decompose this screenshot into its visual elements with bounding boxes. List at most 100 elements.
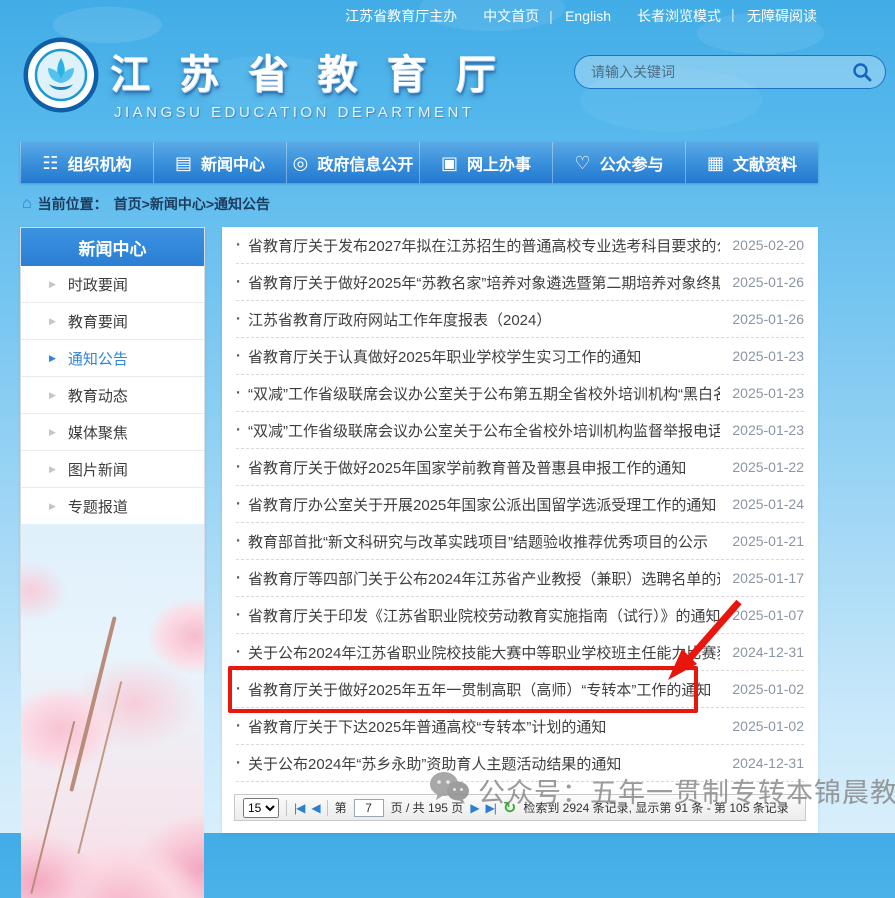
sidebar-item[interactable]: 时政要闻 bbox=[21, 266, 204, 303]
notice-row: “双减”工作省级联席会议办公室关于公布全省校外培训机构监督举报电话的公... 2… bbox=[236, 412, 804, 449]
notice-row: 省教育厅关于认真做好2025年职业学校学生实习工作的通知 2025-01-23 bbox=[236, 338, 804, 375]
nav-item-label: 政府信息公开 bbox=[317, 151, 413, 175]
notice-date: 2025-01-22 bbox=[720, 459, 804, 475]
nav-item-label: 新闻中心 bbox=[201, 151, 265, 175]
breadcrumb-path[interactable]: 首页>新闻中心>通知公告 bbox=[114, 194, 270, 214]
notice-title-link[interactable]: 关于公布2024年江苏省职业院校技能大赛中等职业学校班主任能力比赛获奖... bbox=[236, 642, 720, 663]
nav-item[interactable]: ♡ 公众参与 bbox=[552, 142, 685, 183]
nav-item[interactable]: ▣ 网上办事 bbox=[419, 142, 552, 183]
notice-row: 省教育厅等四部门关于公布2024年江苏省产业教授（兼职）选聘名单的通知 2025… bbox=[236, 560, 804, 597]
notice-list-panel: 省教育厅关于发布2027年拟在江苏招生的普通高校专业选考科目要求的公告 2025… bbox=[222, 227, 818, 833]
notice-row: 省教育厅关于发布2027年拟在江苏招生的普通高校专业选考科目要求的公告 2025… bbox=[236, 227, 804, 264]
notice-date: 2025-01-23 bbox=[720, 385, 804, 401]
heart-icon: ♡ bbox=[574, 154, 590, 172]
notice-title-link[interactable]: 省教育厅关于印发《江苏省职业院校劳动教育实施指南（试行）》的通知 bbox=[236, 605, 720, 626]
notice-date: 2025-01-26 bbox=[720, 274, 804, 290]
notice-title-link[interactable]: 江苏省教育厅政府网站工作年度报表（2024） bbox=[236, 309, 720, 330]
notice-row: 关于公布2024年“苏乡永助”资助育人主题活动结果的通知 2024-12-31 bbox=[236, 745, 804, 782]
home-icon: ⌂ bbox=[22, 195, 32, 213]
sidebar-item[interactable]: 教育要闻 bbox=[21, 303, 204, 340]
notice-date: 2025-01-07 bbox=[720, 607, 804, 623]
notice-title-link[interactable]: 省教育厅等四部门关于公布2024年江苏省产业教授（兼职）选聘名单的通知 bbox=[236, 568, 720, 589]
nav-item[interactable]: ▦ 文献资料 bbox=[685, 142, 818, 183]
notice-date: 2025-02-20 bbox=[720, 237, 804, 253]
notice-list: 省教育厅关于发布2027年拟在江苏招生的普通高校专业选考科目要求的公告 2025… bbox=[222, 227, 818, 782]
notice-title-link[interactable]: 省教育厅关于做好2025年五年一贯制高职（高师）“专转本”工作的通知 bbox=[236, 679, 720, 700]
refresh-icon[interactable]: ↻ bbox=[503, 798, 516, 818]
jiangsu-education-logo-icon bbox=[22, 36, 100, 119]
sidebar-menu: 时政要闻 教育要闻 通知公告 教育动态 媒体聚焦 bbox=[21, 266, 204, 525]
notice-title-link[interactable]: 省教育厅关于下达2025年普通高校“专转本”计划的通知 bbox=[236, 716, 720, 737]
notice-row: 省教育厅关于做好2025年五年一贯制高职（高师）“专转本”工作的通知 2025-… bbox=[236, 671, 804, 708]
notice-title-link[interactable]: 教育部首批“新文科研究与改革实践项目”结题验收推荐优秀项目的公示 bbox=[236, 531, 720, 552]
notice-row: “双减”工作省级联席会议办公室关于公布第五期全省校外培训机构“黑白名单... 2… bbox=[236, 375, 804, 412]
site-header: 江 苏 省 教 育 厅 JIANGSU EDUCATION DEPARTMENT bbox=[0, 32, 895, 142]
top-bar-link[interactable]: 江苏省教育厅主办 bbox=[345, 6, 457, 26]
notice-title-link[interactable]: “双减”工作省级联席会议办公室关于公布第五期全省校外培训机构“黑白名单... bbox=[236, 383, 720, 404]
main-nav: ☷ 组织机构 ▤ 新闻中心 ◎ 政府信息公开 ▣ 网上办事 ♡ 公众参与 ▦ 文… bbox=[20, 142, 818, 183]
nav-item[interactable]: ◎ 政府信息公开 bbox=[286, 142, 419, 183]
nav-item[interactable]: ▤ 新闻中心 bbox=[153, 142, 286, 183]
notice-date: 2025-01-02 bbox=[720, 718, 804, 734]
notice-date: 2024-12-31 bbox=[720, 644, 804, 660]
nav-item-label: 网上办事 bbox=[467, 151, 531, 175]
notice-title-link[interactable]: 省教育厅关于发布2027年拟在江苏招生的普通高校专业选考科目要求的公告 bbox=[236, 235, 720, 256]
notice-date: 2025-01-23 bbox=[720, 348, 804, 364]
nav-item-label: 文献资料 bbox=[733, 151, 797, 175]
notice-row: 省教育厅关于做好2025年“苏教名家”培养对象遴选暨第二期培养对象终期... 2… bbox=[236, 264, 804, 301]
notice-row: 省教育厅关于下达2025年普通高校“专转本”计划的通知 2025-01-02 bbox=[236, 708, 804, 745]
page-suffix: 页 / 共 195 页 bbox=[391, 799, 464, 816]
prev-page-button[interactable]: ◀ bbox=[311, 801, 319, 815]
sidebar-flower-image bbox=[21, 524, 204, 898]
sidebar-item-label: 图片新闻 bbox=[68, 459, 128, 480]
notice-title-link[interactable]: 省教育厅关于认真做好2025年职业学校学生实习工作的通知 bbox=[236, 346, 720, 367]
nav-item-label: 组织机构 bbox=[68, 151, 132, 175]
sidebar-item[interactable]: 专题报道 bbox=[21, 488, 204, 525]
sidebar-item-label: 通知公告 bbox=[68, 348, 128, 369]
top-bar-link[interactable]: 无障碍阅读 bbox=[747, 6, 817, 26]
site-logo: 江 苏 省 教 育 厅 JIANGSU EDUCATION DEPARTMENT bbox=[22, 36, 505, 121]
top-utility-bar: 江苏省教育厅主办 中文首页 English 长者浏览模式 无障碍阅读 bbox=[0, 0, 895, 32]
notice-row: 省教育厅关于印发《江苏省职业院校劳动教育实施指南（试行）》的通知 2025-01… bbox=[236, 597, 804, 634]
divider bbox=[327, 800, 328, 816]
notice-date: 2024-12-31 bbox=[720, 755, 804, 771]
notice-title-link[interactable]: 关于公布2024年“苏乡永助”资助育人主题活动结果的通知 bbox=[236, 753, 720, 774]
info-disclosure-icon: ◎ bbox=[293, 154, 309, 172]
org-chart-icon: ☷ bbox=[42, 154, 58, 172]
last-page-button[interactable]: ▶| bbox=[486, 801, 496, 815]
divider bbox=[286, 800, 287, 816]
news-doc-icon: ▤ bbox=[175, 154, 192, 172]
notice-date: 2025-01-02 bbox=[720, 681, 804, 697]
notice-title-link[interactable]: 省教育厅办公室关于开展2025年国家公派出国留学选派受理工作的通知 bbox=[236, 494, 720, 515]
nav-item-label: 公众参与 bbox=[600, 151, 664, 175]
search-input[interactable] bbox=[591, 64, 851, 80]
nav-item[interactable]: ☷ 组织机构 bbox=[20, 142, 153, 183]
sidebar-item[interactable]: 媒体聚焦 bbox=[21, 414, 204, 451]
breadcrumb-label: 当前位置： bbox=[38, 194, 108, 214]
sidebar-item-label: 教育要闻 bbox=[68, 311, 128, 332]
notice-row: 教育部首批“新文科研究与改革实践项目”结题验收推荐优秀项目的公示 2025-01… bbox=[236, 523, 804, 560]
notice-title-link[interactable]: 省教育厅关于做好2025年“苏教名家”培养对象遴选暨第二期培养对象终期... bbox=[236, 272, 720, 293]
page-number-input[interactable] bbox=[354, 799, 384, 817]
notice-title-link[interactable]: “双减”工作省级联席会议办公室关于公布全省校外培训机构监督举报电话的公... bbox=[236, 420, 720, 441]
notice-title-link[interactable]: 省教育厅关于做好2025年国家学前教育普及普惠县申报工作的通知 bbox=[236, 457, 720, 478]
notice-row: 省教育厅办公室关于开展2025年国家公派出国留学选派受理工作的通知 2025-0… bbox=[236, 486, 804, 523]
page-prefix: 第 bbox=[335, 799, 347, 816]
notice-date: 2025-01-21 bbox=[720, 533, 804, 549]
sidebar-item-label: 教育动态 bbox=[68, 385, 128, 406]
notice-date: 2025-01-17 bbox=[720, 570, 804, 586]
page-size-select[interactable]: 15 bbox=[243, 798, 279, 818]
sidebar-item[interactable]: 通知公告 bbox=[21, 340, 204, 377]
notice-row: 关于公布2024年江苏省职业院校技能大赛中等职业学校班主任能力比赛获奖... 2… bbox=[236, 634, 804, 671]
online-service-icon: ▣ bbox=[441, 154, 458, 172]
top-bar-link[interactable]: 中文首页 bbox=[483, 6, 539, 26]
sidebar-item[interactable]: 教育动态 bbox=[21, 377, 204, 414]
next-page-button[interactable]: ▶ bbox=[470, 801, 478, 815]
top-bar-link[interactable]: English bbox=[565, 8, 611, 24]
first-page-button[interactable]: |◀ bbox=[294, 801, 304, 815]
notice-row: 省教育厅关于做好2025年国家学前教育普及普惠县申报工作的通知 2025-01-… bbox=[236, 449, 804, 486]
top-bar-link[interactable]: 长者浏览模式 bbox=[637, 6, 721, 26]
search-icon[interactable] bbox=[851, 61, 873, 83]
notice-date: 2025-01-23 bbox=[720, 422, 804, 438]
sidebar-item[interactable]: 图片新闻 bbox=[21, 451, 204, 488]
